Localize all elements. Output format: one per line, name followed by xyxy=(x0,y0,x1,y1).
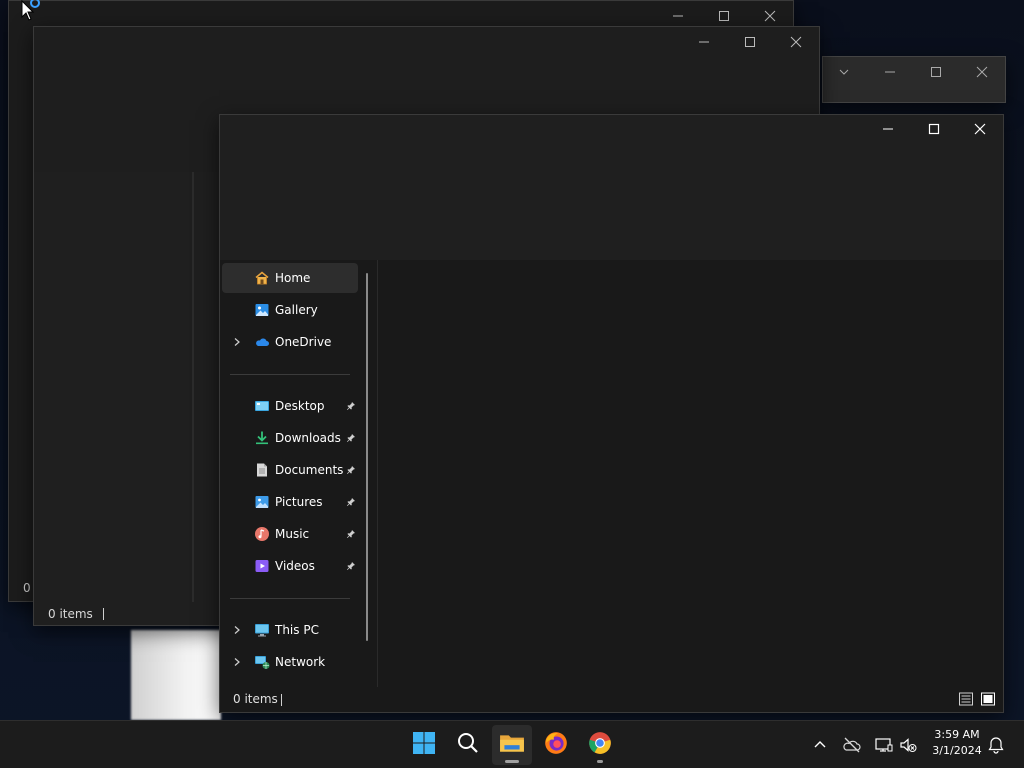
onedrive-offline-icon[interactable] xyxy=(842,735,862,755)
onedrive-cloud-icon xyxy=(254,334,270,350)
videos-folder-icon xyxy=(254,558,270,574)
network-icon xyxy=(254,654,270,670)
maximize-button[interactable] xyxy=(911,114,957,144)
firefox-app[interactable] xyxy=(536,725,576,765)
nav-item-this-pc[interactable]: This PC xyxy=(222,615,358,645)
nav-item-label: Home xyxy=(275,271,311,285)
status-separator xyxy=(102,608,104,620)
status-separator xyxy=(281,694,282,706)
minimize-button[interactable] xyxy=(867,57,913,87)
sidebar-scrollbar[interactable] xyxy=(192,172,194,602)
nav-item-home[interactable]: Home xyxy=(222,263,358,293)
navigation-pane: Home Gallery OneDrive Desktop Downloads … xyxy=(220,260,378,687)
window-caption-buttons xyxy=(681,27,819,57)
bell-icon[interactable] xyxy=(986,735,1006,755)
chevron-down-icon[interactable] xyxy=(821,57,867,87)
nav-item-pictures[interactable]: Pictures xyxy=(222,487,358,517)
network-display-icon[interactable] xyxy=(874,735,894,755)
file-explorer-icon xyxy=(499,730,525,760)
pin-icon[interactable] xyxy=(346,433,356,443)
mouse-cursor-icon xyxy=(20,0,44,24)
close-button[interactable] xyxy=(957,114,1003,144)
status-item-count: 0 items xyxy=(48,607,93,621)
nav-item-label: Desktop xyxy=(275,399,325,413)
file-explorer-window[interactable]: Home Gallery OneDrive Desktop Downloads … xyxy=(219,114,1004,713)
chrome-app[interactable] xyxy=(580,725,620,765)
firefox-icon xyxy=(543,730,569,760)
sidebar-scrollbar[interactable] xyxy=(366,273,368,641)
nav-divider xyxy=(230,598,350,599)
window-caption-buttons xyxy=(865,115,1003,143)
pin-icon[interactable] xyxy=(346,497,356,507)
gallery-icon xyxy=(254,302,270,318)
clock-time: 3:59 AM xyxy=(934,728,980,741)
nav-item-downloads[interactable]: Downloads xyxy=(222,423,358,453)
downloads-folder-icon xyxy=(254,430,270,446)
nav-divider xyxy=(230,374,350,375)
close-button[interactable] xyxy=(773,27,819,57)
maximize-button[interactable] xyxy=(727,27,773,57)
file-explorer-app[interactable] xyxy=(492,725,532,765)
music-folder-icon xyxy=(254,526,270,542)
chevron-right-icon[interactable] xyxy=(232,657,242,667)
file-list-pane[interactable] xyxy=(378,260,1003,687)
this-pc-icon xyxy=(254,622,270,638)
search-button[interactable] xyxy=(448,725,488,765)
nav-item-gallery[interactable]: Gallery xyxy=(222,295,358,325)
nav-item-music[interactable]: Music xyxy=(222,519,358,549)
pin-icon[interactable] xyxy=(346,561,356,571)
nav-item-network[interactable]: Network xyxy=(222,647,358,677)
close-button[interactable] xyxy=(959,57,1005,87)
nav-item-onedrive[interactable]: OneDrive xyxy=(222,327,358,357)
chevron-right-icon[interactable] xyxy=(232,337,242,347)
pin-icon[interactable] xyxy=(346,465,356,475)
nav-item-label: OneDrive xyxy=(275,335,332,349)
windows-logo-icon xyxy=(412,731,436,759)
status-bar: 0 items xyxy=(220,687,1003,712)
pin-icon[interactable] xyxy=(346,529,356,539)
minimize-button[interactable] xyxy=(681,27,727,57)
status-bar: 0 items xyxy=(48,607,104,621)
chrome-icon xyxy=(587,730,613,760)
pictures-folder-icon xyxy=(254,494,270,510)
nav-item-label: Videos xyxy=(275,559,315,573)
desktop-folder-icon xyxy=(254,398,270,414)
taskbar-clock[interactable]: 3:59 AM 3/1/2024 xyxy=(926,727,988,759)
tiles-view-icon[interactable] xyxy=(980,691,996,707)
taskbar xyxy=(0,720,1024,768)
pin-icon[interactable] xyxy=(346,401,356,411)
nav-item-label: Music xyxy=(275,527,310,541)
nav-item-label: Pictures xyxy=(275,495,323,509)
nav-item-desktop[interactable]: Desktop xyxy=(222,391,358,421)
window-caption-buttons xyxy=(821,57,1005,87)
details-view-icon[interactable] xyxy=(958,691,974,707)
home-icon xyxy=(254,270,270,286)
nav-item-label: Documents xyxy=(275,463,344,477)
desktop: 0 i 0 items Home Gallery OneDrive Deskto… xyxy=(0,0,1024,768)
nav-item-label: Network xyxy=(275,655,326,669)
active-app-indicator xyxy=(505,760,519,763)
background-window-fragment xyxy=(131,630,221,720)
documents-folder-icon xyxy=(254,462,270,478)
nav-item-documents[interactable]: Documents xyxy=(222,455,358,485)
nav-item-videos[interactable]: Videos xyxy=(222,551,358,581)
start-button[interactable] xyxy=(404,725,444,765)
search-icon xyxy=(456,731,480,759)
nav-item-label: Downloads xyxy=(275,431,341,445)
chevron-right-icon[interactable] xyxy=(232,625,242,635)
background-window-right[interactable] xyxy=(822,56,1006,103)
volume-muted-icon[interactable] xyxy=(898,735,918,755)
nav-item-label: Gallery xyxy=(275,303,318,317)
nav-item-label: This PC xyxy=(275,623,319,637)
minimize-button[interactable] xyxy=(865,114,911,144)
status-item-count: 0 items xyxy=(233,692,278,706)
clock-date: 3/1/2024 xyxy=(932,744,982,757)
maximize-button[interactable] xyxy=(913,57,959,87)
running-app-indicator xyxy=(597,760,603,763)
chevron-up-icon[interactable] xyxy=(810,735,830,755)
